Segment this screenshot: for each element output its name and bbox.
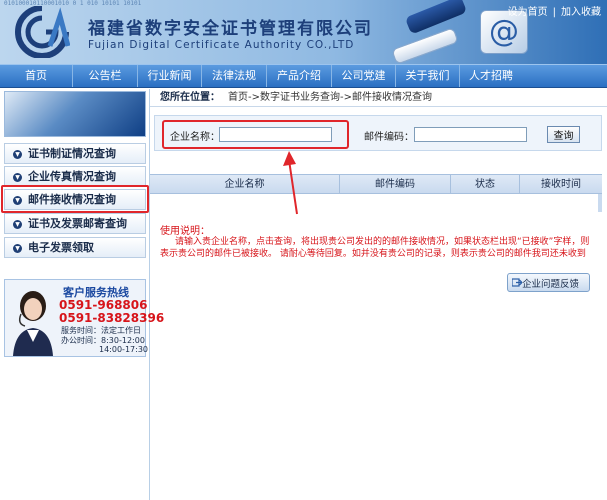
hotline-phone-2: 0591-83828396 [59, 311, 165, 325]
sidebar-item-label: 企业传真情况查询 [28, 170, 116, 183]
mail-code-label: 邮件编码： [364, 132, 414, 143]
sidebar-item-fax-status[interactable]: ▼ 企业传真情况查询 [4, 166, 146, 187]
sidebar-item-label: 证书及发票邮寄查询 [28, 217, 127, 230]
sidebar-item-cert-status[interactable]: ▼ 证书制证情况查询 [4, 143, 146, 164]
column-status: 状态 [451, 175, 520, 194]
customer-service-avatar [13, 291, 53, 356]
breadcrumb-path[interactable]: 首页->数字证书业务查询->邮件接收情况查询 [228, 89, 432, 106]
column-mail-code: 邮件编码 [340, 175, 451, 194]
results-table-header: 企业名称 邮件编码 状态 接收时间 [150, 174, 602, 194]
header-banner: 010100010110001010 0 1 010 10101 10101 福… [0, 0, 607, 64]
company-name-en: Fujian Digital Certificate Authority CO.… [88, 39, 355, 51]
column-receive-time: 接收时间 [541, 179, 581, 190]
sidebar-item-label: 电子发票领取 [28, 241, 94, 254]
breadcrumb-prefix: 您所在位置： [160, 92, 220, 103]
table-scrollbar[interactable] [598, 194, 602, 212]
company-logo [15, 6, 70, 58]
help-title: 使用说明： [160, 226, 210, 237]
top-links: 设为首页 | 加入收藏 [508, 3, 601, 18]
service-hotline-panel: 客户服务热线 0591-968806 0591-83828396 服务时间：法定… [4, 279, 164, 357]
office-time-afternoon: 14:00-17:30 [99, 345, 148, 354]
page: 010100010110001010 0 1 010 10101 10101 福… [0, 0, 607, 500]
triangle-bullet-icon: ▼ [13, 173, 22, 182]
feedback-arrow-icon [512, 278, 522, 287]
link-separator: | [552, 7, 556, 18]
column-company-name: 企业名称 [150, 175, 340, 194]
query-button[interactable]: 查询 [547, 126, 580, 143]
nav-item-home[interactable]: 首页 [0, 65, 73, 87]
set-homepage-link[interactable]: 设为首页 [508, 7, 548, 18]
nav-item-laws[interactable]: 法律法规 [202, 65, 267, 87]
annotation-highlight-sidebar [1, 185, 149, 213]
hotline-phone-1: 0591-968806 [59, 298, 148, 312]
main-nav: 首页 公告栏 行业新闻 法律法规 产品介绍 公司党建 关于我们 人才招聘 [0, 64, 607, 88]
triangle-bullet-icon: ▼ [13, 244, 22, 253]
company-name-input[interactable] [219, 127, 332, 142]
help-text: 请输入贵企业名称，点击查询，将出现贵公司发出的的邮件接收情况，如果状态栏出现“已… [160, 237, 590, 259]
mail-code-input[interactable] [414, 127, 527, 142]
nav-item-industry-news[interactable]: 行业新闻 [138, 65, 202, 87]
nav-item-products[interactable]: 产品介绍 [267, 65, 332, 87]
nav-item-announcements[interactable]: 公告栏 [73, 65, 138, 87]
breadcrumb: 您所在位置： 首页->数字证书业务查询->邮件接收情况查询 [150, 89, 607, 107]
sidebar-banner-image [4, 91, 146, 137]
triangle-bullet-icon: ▼ [13, 150, 22, 159]
company-name-cn: 福建省数字安全证书管理有限公司 [88, 19, 373, 39]
triangle-bullet-icon: ▼ [13, 220, 22, 229]
nav-item-careers[interactable]: 人才招聘 [460, 65, 522, 87]
usb-key-image [404, 0, 468, 35]
left-sidebar: ▼ 证书制证情况查询 ▼ 企业传真情况查询 ▼ 邮件接收情况查询 ▼ 证书及发票邮寄查询… [0, 89, 164, 500]
company-name-label: 企业名称： [170, 132, 220, 143]
sidebar-item-label: 证书制证情况查询 [28, 147, 116, 160]
sidebar-item-e-invoice[interactable]: ▼ 电子发票领取 [4, 237, 146, 258]
nav-item-about[interactable]: 关于我们 [396, 65, 460, 87]
usb-key-image-2 [391, 27, 459, 64]
add-favorite-link[interactable]: 加入收藏 [561, 7, 601, 18]
nav-item-party[interactable]: 公司党建 [332, 65, 396, 87]
main-content: 您所在位置： 首页->数字证书业务查询->邮件接收情况查询 企业名称： 邮件编码… [150, 89, 607, 500]
sidebar-item-invoice-mailing[interactable]: ▼ 证书及发票邮寄查询 [4, 213, 146, 234]
